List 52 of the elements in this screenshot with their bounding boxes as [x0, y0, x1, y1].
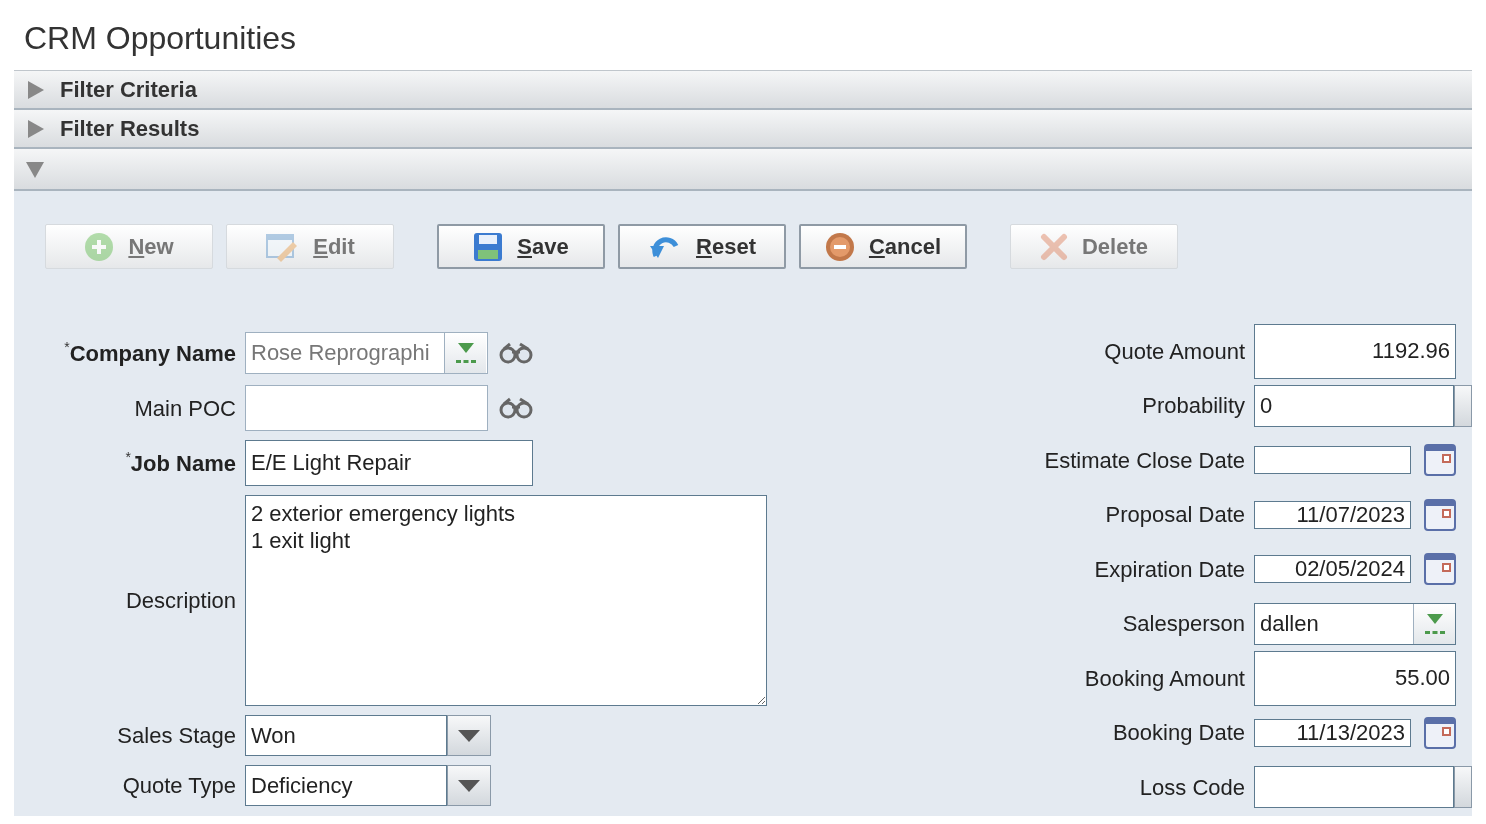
description-field[interactable]: 2 exterior emergency lights 1 exit light	[245, 495, 767, 706]
date-field[interactable]: 02/05/2024	[1254, 555, 1411, 584]
page-title: CRM Opportunities	[24, 20, 297, 56]
text-field[interactable]: E/E Light Repair	[245, 440, 533, 486]
date-field[interactable]	[1254, 446, 1411, 475]
dropdown-button[interactable]	[447, 765, 491, 806]
reset-button[interactable]: Reset	[618, 224, 786, 269]
close-icon	[1039, 232, 1068, 261]
section-header[interactable]: Filter Results	[14, 110, 1472, 149]
caret-icon	[458, 779, 480, 792]
dropdown-button[interactable]	[447, 715, 491, 756]
select-field[interactable]: Won	[245, 715, 447, 756]
field-label: Expiration Date	[1094, 555, 1245, 584]
calendar-icon[interactable]	[1424, 497, 1456, 532]
amount-field[interactable]: 55.00	[1254, 651, 1456, 706]
section-header[interactable]: Filter Criteria	[14, 71, 1472, 110]
field-label: Sales Stage	[117, 722, 236, 750]
field-label: Estimate Close Date	[1044, 446, 1245, 475]
select-field[interactable]	[1254, 766, 1454, 809]
edit-icon	[265, 231, 300, 262]
calendar-icon[interactable]	[1424, 715, 1456, 750]
calendar-icon[interactable]	[1424, 552, 1456, 587]
field-label: Main POC	[134, 394, 236, 423]
calendar-icon[interactable]	[1424, 443, 1456, 478]
field-label: Job Name	[130, 449, 236, 478]
field-label: Quote Amount	[1104, 337, 1245, 366]
salesperson-combo-field[interactable]: dallen	[1254, 602, 1456, 645]
field-label: Description	[125, 587, 236, 615]
plus-icon	[84, 231, 115, 262]
cancel-button[interactable]: Cancel	[799, 224, 967, 269]
minus-circle-icon	[824, 231, 855, 262]
required-mark: *	[125, 447, 131, 465]
field-label: Booking Amount	[1084, 664, 1245, 693]
lookup-button[interactable]	[1413, 603, 1455, 644]
save-button[interactable]: Save	[437, 224, 605, 269]
text-field[interactable]	[245, 385, 488, 431]
required-mark: *	[64, 337, 70, 357]
select-field[interactable]: 0	[1254, 384, 1454, 427]
select-field[interactable]: Deficiency	[245, 765, 447, 806]
field-label: Company Name	[69, 339, 236, 368]
field-label: Salesperson	[1122, 610, 1245, 639]
binoculars-icon[interactable]	[498, 397, 534, 419]
field-label: Booking Date	[1112, 719, 1245, 748]
amount-field[interactable]: 1192.96	[1254, 324, 1456, 379]
date-field[interactable]: 11/13/2023	[1254, 718, 1411, 747]
field-label: Proposal Date	[1105, 501, 1245, 530]
field-label: Loss Code	[1139, 773, 1245, 802]
field-label: Quote Type	[122, 772, 236, 800]
date-field[interactable]: 11/07/2023	[1254, 500, 1411, 529]
caret-icon	[458, 729, 480, 742]
lookup-button[interactable]	[444, 333, 486, 373]
field-label: Probability	[1142, 392, 1245, 421]
